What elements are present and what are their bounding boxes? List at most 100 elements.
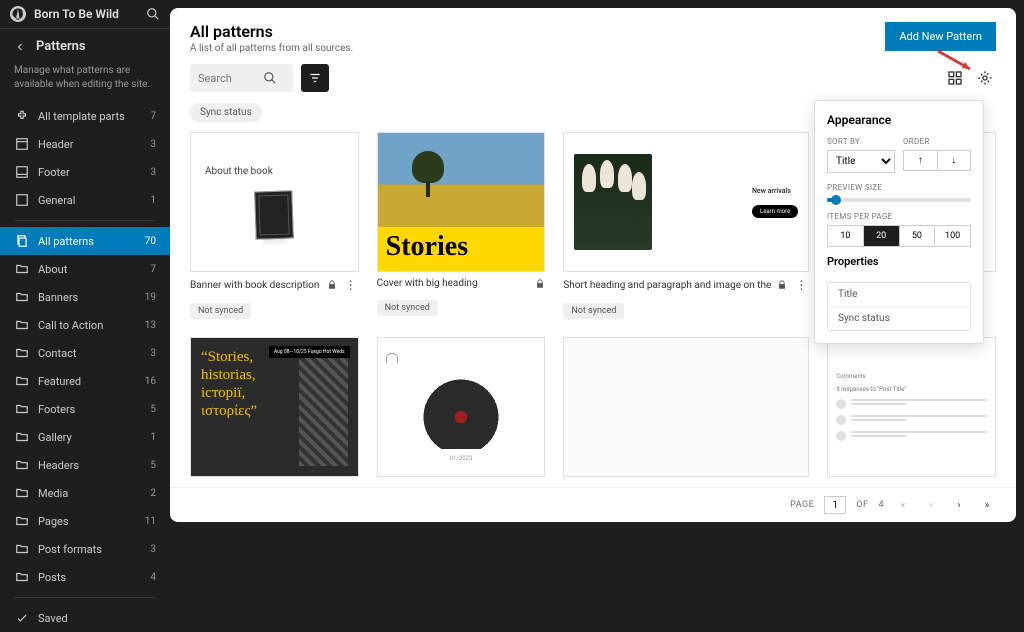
sort-by-label: SORT BY [827,137,895,146]
of-label: OF [856,500,868,510]
site-name: Born To Be Wild [34,7,138,21]
copy-icon [14,233,30,249]
saved-label: Saved [38,612,68,625]
page-subtitle: A list of all patterns from all sources. [190,43,353,54]
pattern-thumbnail: 01/2023 [377,337,546,477]
first-page-button[interactable]: « [894,496,912,514]
divider [14,597,156,598]
folder-icon [14,429,30,445]
preview-size-label: PREVIEW SIZE [827,183,971,192]
pattern-title: Cover with big heading [377,278,530,289]
pattern-category-item[interactable]: Headers5 [0,451,170,479]
prev-page-button[interactable]: ‹ [922,496,940,514]
lock-icon [327,280,337,290]
template-parts-list: All template parts7Header3Footer3General… [0,102,170,214]
book-icon [255,190,295,239]
sort-by-select[interactable]: Title [827,150,895,173]
page-title: All patterns [190,22,353,41]
template-part-item[interactable]: All template parts7 [0,102,170,130]
order-label: ORDER [903,137,971,146]
search-input-wrapper[interactable] [190,64,293,92]
pattern-category-item[interactable]: Featured16 [0,367,170,395]
pattern-card[interactable] [563,337,809,477]
pattern-thumbnail: Stories [377,132,546,272]
pattern-category-item[interactable]: Call to Action13 [0,311,170,339]
items-per-page-buttons: 102050100 [827,225,971,247]
pattern-categories-list: All patterns70About7Banners19Call to Act… [0,227,170,591]
pagination: PAGE OF 4 « ‹ › » [170,487,1016,522]
pattern-card[interactable]: Stories Cover with big heading Not synce… [377,132,546,319]
search-input[interactable] [198,72,263,85]
lock-icon [777,280,787,290]
property-item[interactable]: Sync status [828,307,970,330]
header-icon [14,136,30,152]
folder-icon [14,457,30,473]
items-option-10[interactable]: 10 [828,226,864,246]
last-page-button[interactable]: » [978,496,996,514]
search-icon [263,71,277,85]
page-label: PAGE [790,500,814,510]
more-button[interactable]: ⋮ [793,278,809,292]
general-icon [14,192,30,208]
content: All patterns A list of all patterns from… [170,8,1016,522]
template-part-item[interactable]: General1 [0,186,170,214]
properties-label: Properties [827,247,971,274]
folder-icon [14,485,30,501]
pattern-category-item[interactable]: Gallery1 [0,423,170,451]
popover-title: Appearance [827,113,971,127]
sidebar: Born To Be Wild Patterns Manage what pat… [0,0,170,530]
items-option-100[interactable]: 100 [935,226,970,246]
sync-status-chip[interactable]: Sync status [190,103,262,122]
pattern-category-item[interactable]: About7 [0,255,170,283]
paperclip-icon [386,353,398,363]
filter-button[interactable] [301,64,329,92]
pattern-category-item[interactable]: Posts4 [0,563,170,591]
more-button[interactable]: ⋮ [343,278,359,292]
folder-icon [14,317,30,333]
folder-icon [14,345,30,361]
pattern-title: Banner with book description [190,280,321,291]
pattern-card[interactable]: Comments 3 responses to "Post Title" [827,337,996,477]
pattern-card[interactable]: About the book Banner with book descript… [190,132,359,319]
property-item[interactable]: Title [828,283,970,307]
template-part-item[interactable]: Header3 [0,130,170,158]
order-desc-button[interactable]: ↓ [938,151,971,170]
settings-button[interactable] [974,67,996,89]
divider [14,220,156,221]
sync-chip: Not synced [190,303,251,319]
pattern-card[interactable]: New arrivals Learn more Short heading an… [563,132,809,319]
pattern-category-item[interactable]: All patterns70 [0,227,170,255]
pattern-category-item[interactable]: Pages11 [0,507,170,535]
footer-icon [14,164,30,180]
pattern-card[interactable]: Stories, historias, історії, ιστορίες Au… [190,337,359,477]
saved-nav[interactable]: Saved [0,604,170,632]
pattern-category-item[interactable]: Banners19 [0,283,170,311]
page-input[interactable] [824,496,846,514]
toolbar [170,64,1016,100]
sync-chip: Not synced [377,300,438,316]
order-asc-button[interactable]: ↑ [904,151,938,170]
next-page-button[interactable]: › [950,496,968,514]
template-part-item[interactable]: Footer3 [0,158,170,186]
wordpress-logo-icon[interactable] [10,6,26,22]
preview-size-slider[interactable] [827,198,971,202]
pattern-card[interactable]: 01/2023 [377,337,546,477]
properties-list: TitleSync status [827,282,971,331]
section-description: Manage what patterns are available when … [0,64,170,102]
puzzle-icon [14,108,30,124]
pattern-category-item[interactable]: Contact3 [0,339,170,367]
pattern-category-item[interactable]: Post formats3 [0,535,170,563]
add-new-pattern-button[interactable]: Add New Pattern [885,22,996,51]
content-header: All patterns A list of all patterns from… [170,8,1016,64]
top-search-icon[interactable] [146,7,160,21]
lock-icon [535,279,545,289]
folder-icon [14,541,30,557]
pattern-category-item[interactable]: Footers5 [0,395,170,423]
grid-view-button[interactable] [944,67,966,89]
items-option-50[interactable]: 50 [900,226,936,246]
back-nav[interactable]: Patterns [0,29,170,64]
sidebar-top: Born To Be Wild [0,0,170,29]
check-icon [14,610,30,626]
items-option-20[interactable]: 20 [864,226,900,246]
pattern-category-item[interactable]: Media2 [0,479,170,507]
